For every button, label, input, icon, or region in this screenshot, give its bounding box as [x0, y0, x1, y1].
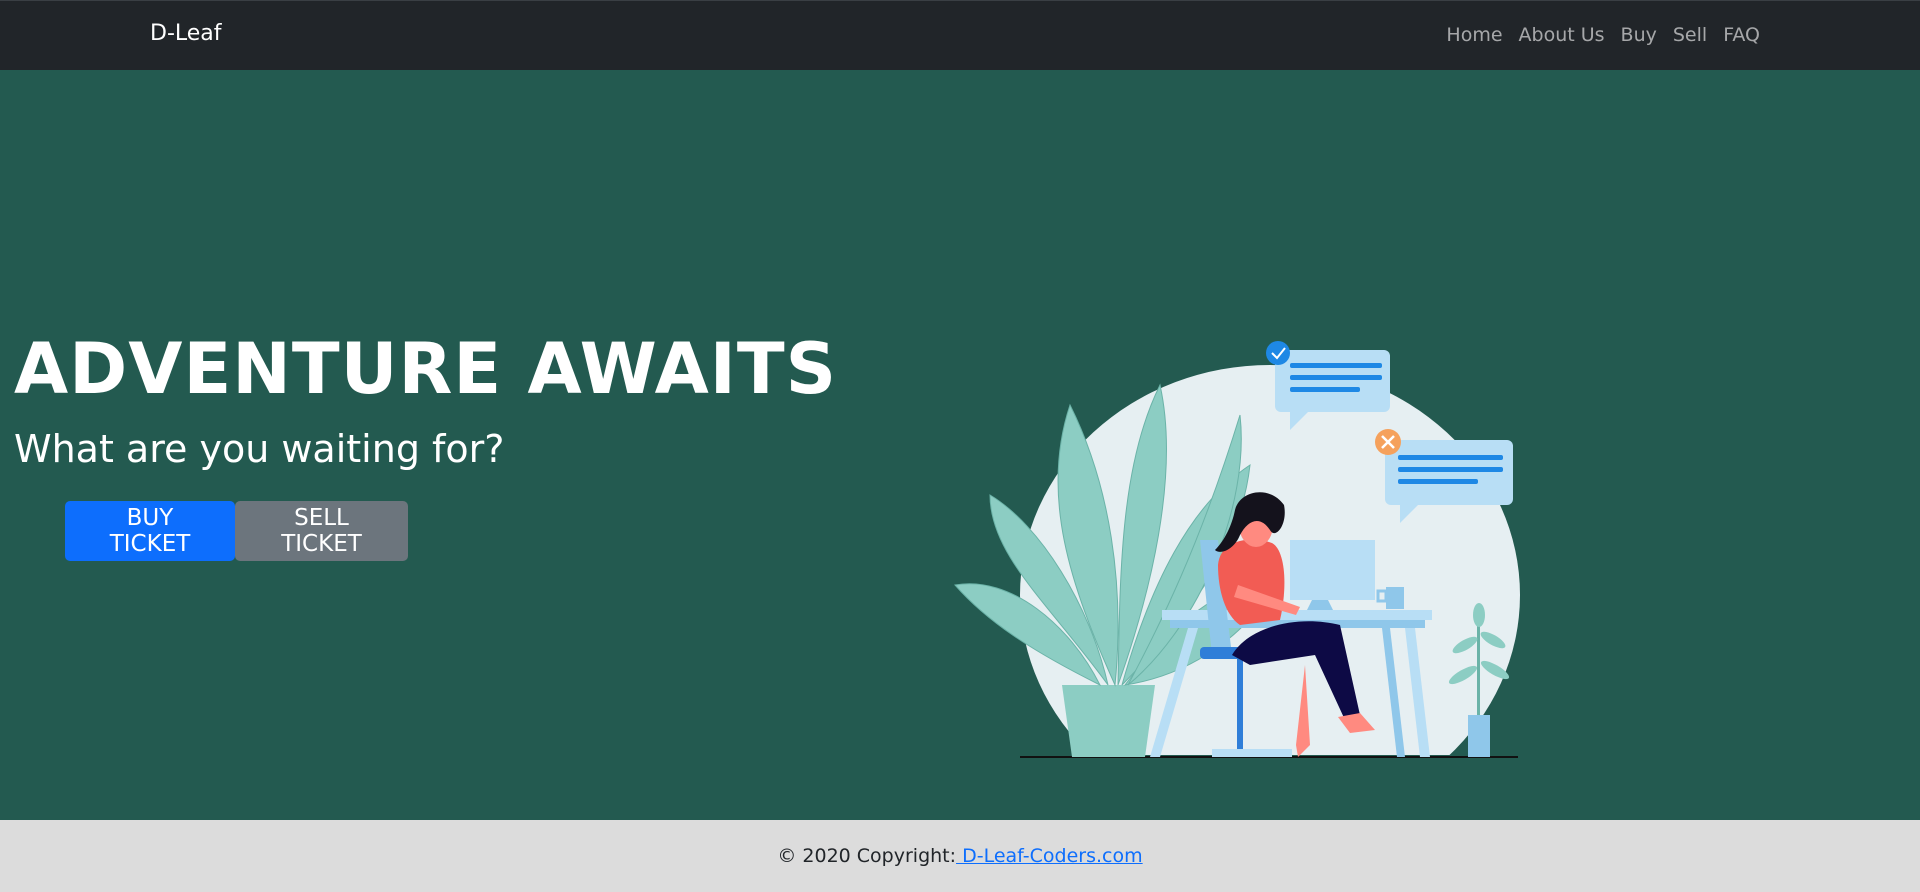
sell-ticket-button[interactable]: SELL TICKET	[235, 501, 408, 561]
nav-link-buy[interactable]: Buy	[1621, 24, 1657, 46]
monitor	[1290, 540, 1375, 610]
hero-title: ADVENTURE AWAITS	[14, 328, 838, 410]
footer: © 2020 Copyright: D-Leaf-Coders.com	[0, 820, 1920, 892]
nav-link-faq[interactable]: FAQ	[1723, 24, 1760, 46]
nav-link-sell[interactable]: Sell	[1673, 24, 1707, 46]
check-icon	[1266, 341, 1290, 365]
hero-subtitle: What are you waiting for?	[14, 427, 505, 471]
person-working-illustration	[954, 341, 1520, 765]
buy-ticket-button[interactable]: BUY TICKET	[65, 501, 235, 561]
nav-link-about-us[interactable]: About Us	[1519, 24, 1605, 46]
brand-logo[interactable]: D-Leaf	[150, 21, 222, 46]
small-plant-pot	[1468, 715, 1490, 757]
hero-section: ADVENTURE AWAITS What are you waiting fo…	[0, 70, 1920, 820]
plant-pot	[1062, 685, 1155, 757]
copyright-text: © 2020 Copyright:	[777, 845, 957, 867]
nav-links: Home About Us Buy Sell FAQ	[1446, 24, 1760, 46]
navbar: D-Leaf Home About Us Buy Sell FAQ	[0, 0, 1920, 70]
footer-link[interactable]: D-Leaf-Coders.com	[956, 845, 1143, 867]
nav-link-home[interactable]: Home	[1446, 24, 1502, 46]
